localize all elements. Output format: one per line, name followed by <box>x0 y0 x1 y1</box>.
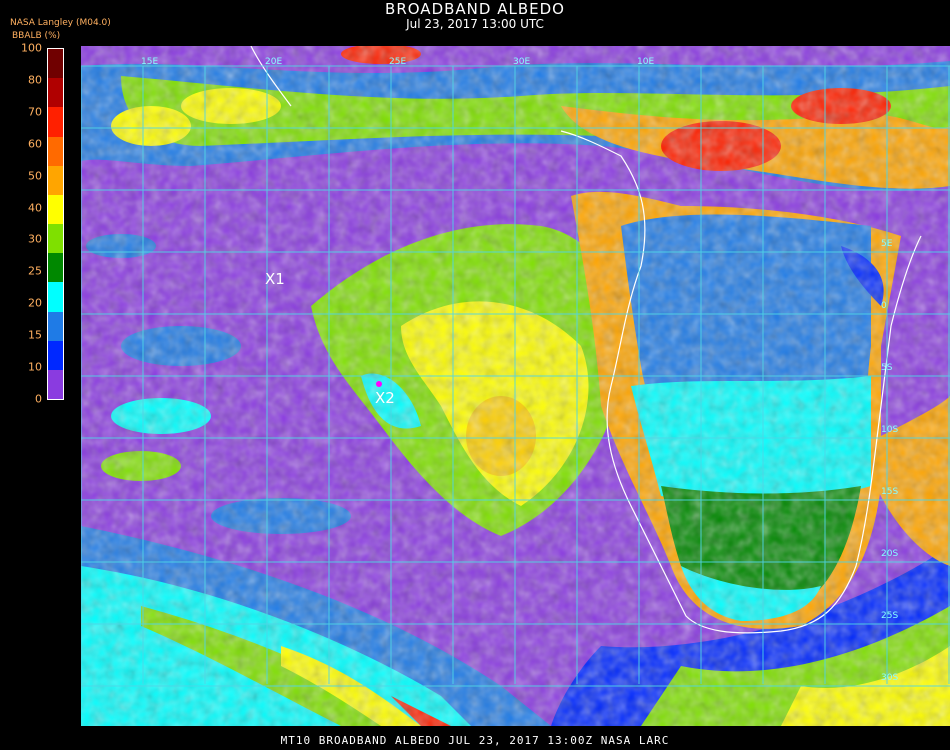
grid-label: 25E <box>389 57 406 67</box>
grid-label: 5S <box>881 363 893 373</box>
legend-tick-label: 50 <box>28 169 42 183</box>
legend-swatch <box>48 224 63 254</box>
producer-label: NASA Langley (M04.0) <box>10 18 111 28</box>
grid-label: 20S <box>881 549 898 559</box>
grid-label: 15S <box>881 487 898 497</box>
marker-x2-label: X2 <box>375 389 395 407</box>
grid-label: 0 <box>881 301 887 311</box>
legend-tick-label: 25 <box>28 264 42 278</box>
legend-tick-label: 100 <box>21 41 42 55</box>
legend-swatch <box>48 49 63 79</box>
grid-label: 10S <box>881 425 898 435</box>
legend-swatch <box>48 311 63 341</box>
grid-label: 30S <box>881 673 898 683</box>
legend-swatch <box>48 194 63 225</box>
grid-label: 20E <box>265 57 282 67</box>
grid-label: 10E <box>637 57 654 67</box>
legend-tick-label: 10 <box>28 360 42 374</box>
legend-tick-label: 0 <box>35 392 42 406</box>
grid-label: 30E <box>513 57 530 67</box>
grid-label: 15E <box>141 57 158 67</box>
legend-swatch <box>48 165 63 195</box>
legend-swatch <box>48 136 63 166</box>
marker-x1: X1 <box>265 270 285 288</box>
legend-tick-label: 20 <box>28 296 42 310</box>
footer-caption: MT10 BROADBAND ALBEDO JUL 23, 2017 13:00… <box>280 734 670 747</box>
legend-tick-label: 70 <box>28 105 42 119</box>
legend-swatch <box>48 253 63 283</box>
marker-x2-dot <box>376 381 382 387</box>
legend-tick-label: 15 <box>28 328 42 342</box>
legend-swatch <box>48 369 63 399</box>
map-title: BROADBAND ALBEDO <box>385 0 565 18</box>
legend-swatch <box>48 340 63 370</box>
legend-swatch <box>48 282 63 312</box>
legend-units-label: BBALB (%) <box>12 31 61 41</box>
legend-tick-label: 60 <box>28 137 42 151</box>
grid-label: 25S <box>881 611 898 621</box>
legend-tick-label: 80 <box>28 73 42 87</box>
marker-x1-label: X1 <box>265 270 285 288</box>
legend-swatch <box>48 78 63 108</box>
grid-label: 5E <box>881 239 893 249</box>
albedo-map: 15E 20E 25E 30E 10E 5E 0 5S 10S 15S 20S 25S 30S X1 X… <box>81 46 950 726</box>
legend-tick-label: 30 <box>28 232 42 246</box>
legend-swatch <box>48 107 63 137</box>
color-scale-bar <box>47 48 64 400</box>
map-timestamp: Jul 23, 2017 13:00 UTC <box>406 17 544 31</box>
legend-tick-label: 40 <box>28 201 42 215</box>
